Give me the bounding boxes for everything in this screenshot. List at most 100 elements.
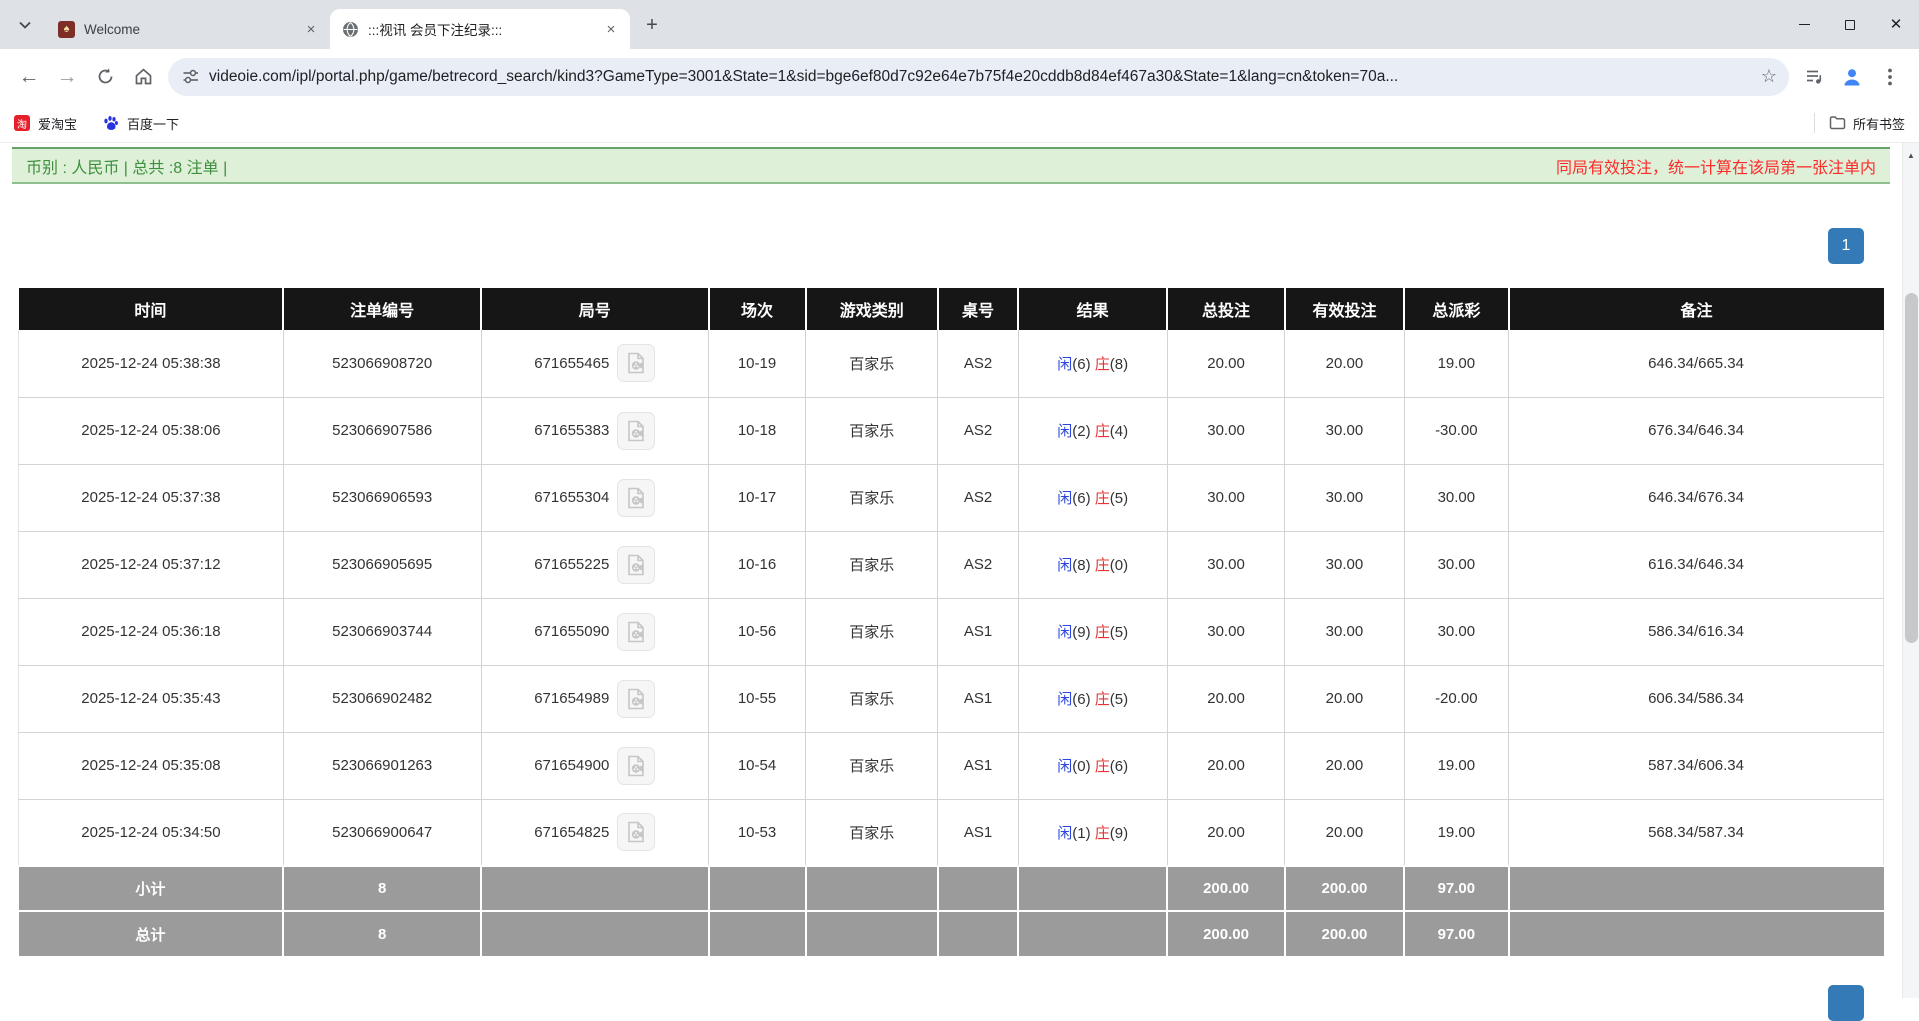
banker-label: 庄 — [1095, 557, 1110, 574]
header-round-id: 局号 — [481, 288, 709, 330]
video-icon — [624, 553, 648, 577]
home-button[interactable] — [124, 58, 162, 96]
close-window-button[interactable]: ✕ — [1873, 0, 1919, 49]
player-label: 闲 — [1057, 825, 1072, 842]
url-text[interactable]: videoie.com/ipl/portal.php/game/betrecor… — [209, 68, 1753, 86]
cell-total-bet[interactable]: 20.00 — [1167, 665, 1284, 732]
video-replay-button[interactable] — [617, 747, 655, 785]
bookmark-baidu[interactable]: 百度一下 — [103, 114, 179, 133]
cell-total-bet[interactable]: 30.00 — [1167, 598, 1284, 665]
cell-total-bet[interactable]: 20.00 — [1167, 799, 1284, 866]
divider — [1814, 113, 1815, 133]
tab-search-button[interactable] — [8, 8, 42, 42]
player-score: (6) — [1072, 356, 1090, 373]
cell-total-bet[interactable]: 30.00 — [1167, 464, 1284, 531]
cell-table-no: AS1 — [938, 732, 1018, 799]
taobao-icon: 淘 — [14, 115, 30, 131]
cell-payout: 30.00 — [1404, 531, 1508, 598]
header-total-bet: 总投注 — [1167, 288, 1284, 330]
cell-session: 10-55 — [709, 665, 806, 732]
site-settings-icon[interactable] — [182, 68, 199, 85]
cell-total-bet[interactable]: 30.00 — [1167, 531, 1284, 598]
cell-valid-bet: 20.00 — [1285, 799, 1404, 866]
all-bookmarks-button[interactable]: 所有书签 — [1829, 114, 1905, 133]
cell-total-bet[interactable]: 20.00 — [1167, 732, 1284, 799]
back-button[interactable]: ← — [10, 58, 48, 96]
cell-time: 2025-12-24 05:38:06 — [19, 397, 284, 464]
menu-button[interactable] — [1871, 58, 1909, 96]
app-favicon-icon: ♠ — [58, 21, 75, 38]
video-replay-button[interactable] — [617, 546, 655, 584]
player-score: (9) — [1072, 624, 1090, 641]
video-replay-button[interactable] — [617, 479, 655, 517]
table-footer: 小计 8 200.00 200.00 97.00 总计 8 200.00 200… — [19, 866, 1884, 956]
globe-icon — [342, 21, 359, 38]
player-score: (0) — [1072, 758, 1090, 775]
cell-result: 闲(6) 庄(5) — [1018, 464, 1167, 531]
video-replay-button[interactable] — [617, 813, 655, 851]
bookmarks-bar: 淘 爱淘宝 百度一下 所有书签 — [0, 104, 1919, 143]
header-game-type: 游戏类别 — [806, 288, 938, 330]
address-bar[interactable]: videoie.com/ipl/portal.php/game/betrecor… — [168, 58, 1789, 96]
forward-button[interactable]: → — [48, 58, 86, 96]
video-icon — [624, 419, 648, 443]
close-tab-icon[interactable]: × — [302, 20, 320, 38]
video-replay-button[interactable] — [617, 412, 655, 450]
minimize-button[interactable] — [1781, 0, 1827, 49]
baidu-paw-icon — [103, 115, 119, 131]
subtotal-total-bet: 200.00 — [1167, 866, 1284, 911]
cell-table-no: AS1 — [938, 799, 1018, 866]
back-icon: ← — [19, 66, 40, 87]
cell-table-no: AS2 — [938, 531, 1018, 598]
round-id-text: 671654989 — [534, 690, 609, 707]
page-1-button-bottom[interactable] — [1828, 985, 1864, 1021]
scrollbar[interactable]: ▲ — [1902, 143, 1919, 998]
tab-bet-record[interactable]: :::视讯 会员下注纪录::: × — [330, 9, 630, 49]
player-label: 闲 — [1057, 557, 1072, 574]
player-score: (2) — [1072, 423, 1090, 440]
cell-remark: 646.34/676.34 — [1509, 464, 1884, 531]
scrollbar-thumb[interactable] — [1905, 293, 1918, 643]
table-row: 2025-12-24 05:38:06 523066907586 6716553… — [19, 397, 1884, 464]
profile-button[interactable] — [1833, 58, 1871, 96]
video-icon — [624, 820, 648, 844]
cell-total-bet[interactable]: 30.00 — [1167, 397, 1284, 464]
cell-round-id: 671654825 — [481, 799, 709, 866]
cell-valid-bet: 30.00 — [1285, 598, 1404, 665]
round-id-text: 671655090 — [534, 623, 609, 640]
cell-game-type: 百家乐 — [806, 665, 938, 732]
cell-time: 2025-12-24 05:35:08 — [19, 732, 284, 799]
table-row: 2025-12-24 05:37:12 523066905695 6716552… — [19, 531, 1884, 598]
header-payout: 总派彩 — [1404, 288, 1508, 330]
subtotal-valid-bet: 200.00 — [1285, 866, 1404, 911]
bookmark-label: 爱淘宝 — [38, 114, 77, 133]
scroll-up-icon[interactable]: ▲ — [1903, 151, 1919, 160]
player-score: (8) — [1072, 557, 1090, 574]
tab-welcome[interactable]: ♠ Welcome × — [46, 9, 330, 49]
close-tab-icon[interactable]: × — [602, 20, 620, 38]
video-replay-button[interactable] — [617, 680, 655, 718]
notice-text: 同局有效投注，统一计算在该局第一张注单内 — [1556, 154, 1876, 178]
cell-round-id: 671655465 — [481, 330, 709, 397]
maximize-button[interactable] — [1827, 0, 1873, 49]
reload-button[interactable] — [86, 58, 124, 96]
video-icon — [624, 620, 648, 644]
cell-result: 闲(0) 庄(6) — [1018, 732, 1167, 799]
cell-table-no: AS2 — [938, 464, 1018, 531]
summary-bar: 币别 : 人民币 | 总共 :8 注单 | 同局有效投注，统一计算在该局第一张注… — [12, 147, 1890, 184]
cell-result: 闲(9) 庄(5) — [1018, 598, 1167, 665]
new-tab-button[interactable]: + — [638, 11, 666, 39]
video-replay-button[interactable] — [617, 613, 655, 651]
bookmark-aitaobao[interactable]: 淘 爱淘宝 — [14, 114, 77, 133]
cell-payout: -20.00 — [1404, 665, 1508, 732]
table-row: 2025-12-24 05:35:08 523066901263 6716549… — [19, 732, 1884, 799]
cell-bet-id: 523066907586 — [283, 397, 481, 464]
video-replay-button[interactable] — [617, 344, 655, 382]
cell-total-bet[interactable]: 20.00 — [1167, 330, 1284, 397]
bookmark-star-icon[interactable]: ☆ — [1761, 66, 1777, 87]
cell-session: 10-56 — [709, 598, 806, 665]
toolbar-right — [1795, 58, 1909, 96]
banker-score: (0) — [1110, 557, 1128, 574]
page-1-button[interactable]: 1 — [1828, 228, 1864, 264]
media-control-button[interactable] — [1795, 58, 1833, 96]
